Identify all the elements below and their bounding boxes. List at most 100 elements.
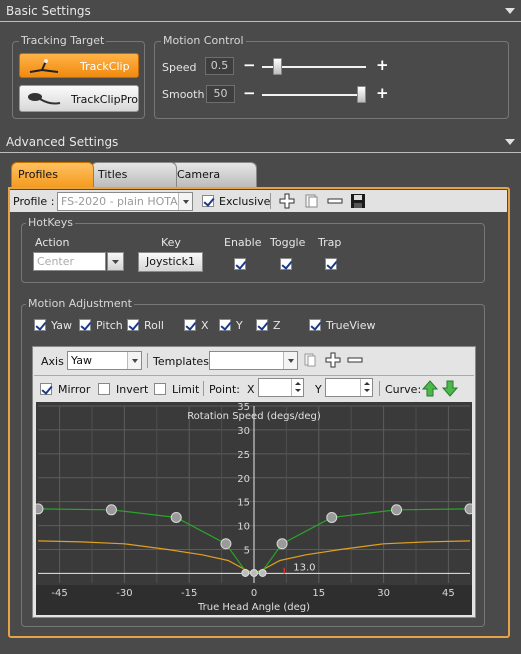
tab-titles[interactable]: Titles (91, 162, 177, 187)
smooth-slider-thumb[interactable] (357, 86, 366, 103)
yaw-label: Yaw (51, 319, 72, 332)
speed-plus-icon[interactable]: + (376, 58, 389, 73)
basic-settings-header[interactable]: Basic Settings (0, 0, 521, 22)
y-checkbox[interactable] (219, 319, 231, 331)
trackclip-icon (29, 59, 59, 73)
trackclippro-icon (28, 93, 61, 105)
curve-point[interactable] (36, 503, 44, 515)
chevron-down-icon[interactable] (127, 352, 141, 369)
x-tick-label: 45 (442, 588, 455, 599)
limit-checkbox[interactable] (154, 383, 166, 395)
mirror-label: Mirror (58, 383, 91, 396)
toggle-header: Toggle (270, 236, 306, 249)
point-label: Point: (209, 383, 241, 396)
y-tick-label: 25 (237, 450, 250, 461)
x-checkbox[interactable] (184, 319, 196, 331)
response-curve-chart[interactable]: 5101520253035-45 -30 -15 0 15 30 45Rotation Sp… (36, 402, 472, 615)
key-header: Key (161, 236, 181, 249)
trackclippro-label: TrackClipPro (71, 93, 139, 106)
speed-minus-icon[interactable]: − (243, 58, 256, 73)
roll-label: Roll (144, 319, 164, 332)
z-checkbox[interactable] (256, 319, 268, 331)
toggle-checkbox[interactable] (280, 258, 292, 270)
invert-label: Invert (116, 383, 149, 396)
point-x-label: X (247, 383, 255, 396)
templates-select[interactable] (209, 351, 298, 370)
trap-header: Trap (318, 236, 342, 249)
motion-control-title: Motion Control (161, 34, 246, 47)
key-button[interactable]: Joystick1 (138, 252, 203, 272)
tracking-target-title: Tracking Target (19, 34, 107, 47)
x-tick-label: 15 (312, 588, 325, 599)
trap-checkbox[interactable] (325, 258, 337, 270)
smooth-minus-icon[interactable]: − (243, 86, 256, 101)
action-dropdown-button[interactable] (107, 252, 124, 271)
motion-control-group: Motion Control (154, 35, 509, 119)
profile-label: Profile : (13, 195, 55, 208)
collapse-arrow-icon[interactable] (505, 8, 515, 14)
advanced-settings-header[interactable]: Advanced Settings (0, 131, 521, 153)
speed-slider-thumb[interactable] (273, 58, 283, 75)
curve-point[interactable] (391, 504, 403, 516)
x-tick-label: -45 (51, 588, 67, 599)
save-profile-icon[interactable] (350, 193, 366, 209)
action-select[interactable]: Center (33, 252, 106, 271)
chevron-down-icon[interactable] (283, 352, 297, 369)
remove-profile-icon[interactable] (327, 193, 343, 209)
enable-header: Enable (224, 236, 262, 249)
roll-checkbox[interactable] (127, 319, 139, 331)
speed-label: Speed (162, 61, 197, 74)
point-y-label: Y (315, 383, 322, 396)
trackclip-label: TrackClip (80, 60, 130, 73)
add-profile-icon[interactable] (279, 193, 295, 209)
smooth-slider-track[interactable] (262, 94, 366, 96)
curve-point[interactable] (326, 511, 338, 523)
x-tick-label: 30 (377, 588, 390, 599)
curve-point[interactable] (276, 538, 288, 550)
axis-select[interactable]: Yaw (67, 351, 142, 370)
tab-profiles[interactable]: Profiles (11, 162, 94, 188)
trueview-checkbox[interactable] (309, 319, 321, 331)
curve-point[interactable] (464, 503, 472, 515)
center-point (258, 568, 267, 577)
remove-template-icon[interactable] (347, 352, 363, 368)
yaw-checkbox[interactable] (34, 319, 46, 331)
copy-template-icon[interactable] (303, 353, 317, 368)
invert-checkbox[interactable] (98, 383, 110, 395)
trackclip-button[interactable]: TrackClip (19, 53, 139, 78)
motion-adjustment-title: Motion Adjustment (26, 297, 134, 310)
chevron-down-icon[interactable] (178, 193, 192, 210)
curve-down-arrow-icon[interactable] (442, 380, 458, 397)
add-template-icon[interactable] (325, 352, 341, 368)
exclusive-checkbox[interactable] (202, 195, 214, 207)
spinner-arrows-icon[interactable] (360, 379, 372, 396)
collapse-arrow-icon[interactable] (505, 139, 515, 145)
x-label: X (201, 319, 209, 332)
trackclippro-button[interactable]: TrackClipPro (19, 85, 139, 112)
smooth-value[interactable]: 50 (206, 85, 235, 103)
profile-select[interactable]: FS-2020 - plain HOTAS (57, 192, 193, 211)
curve-point[interactable] (220, 538, 232, 550)
curve-up-arrow-icon[interactable] (422, 380, 438, 397)
x-tick-label: 0 (251, 588, 257, 599)
speed-value[interactable]: 0.5 (205, 57, 234, 75)
curve-point[interactable] (105, 504, 117, 516)
center-point (241, 568, 250, 577)
y-tick-label: 10 (237, 522, 250, 533)
exclusive-label: Exclusive (219, 195, 271, 208)
curve-point[interactable] (170, 511, 182, 523)
y-tick-label: 30 (237, 426, 250, 437)
smooth-plus-icon[interactable]: + (376, 86, 389, 101)
x-tick-label: -15 (181, 588, 197, 599)
pitch-checkbox[interactable] (79, 319, 91, 331)
copy-profile-icon[interactable] (303, 193, 319, 209)
y-tick-label: 15 (237, 498, 250, 509)
center-point (250, 568, 258, 577)
annotation-label: 13.0 (293, 562, 315, 573)
enable-checkbox[interactable] (234, 258, 246, 270)
point-y-spinner[interactable] (325, 378, 373, 397)
spinner-arrows-icon[interactable] (291, 379, 303, 396)
point-x-spinner[interactable] (258, 378, 304, 397)
tab-camera[interactable]: Camera (170, 162, 257, 187)
mirror-checkbox[interactable] (40, 383, 52, 395)
